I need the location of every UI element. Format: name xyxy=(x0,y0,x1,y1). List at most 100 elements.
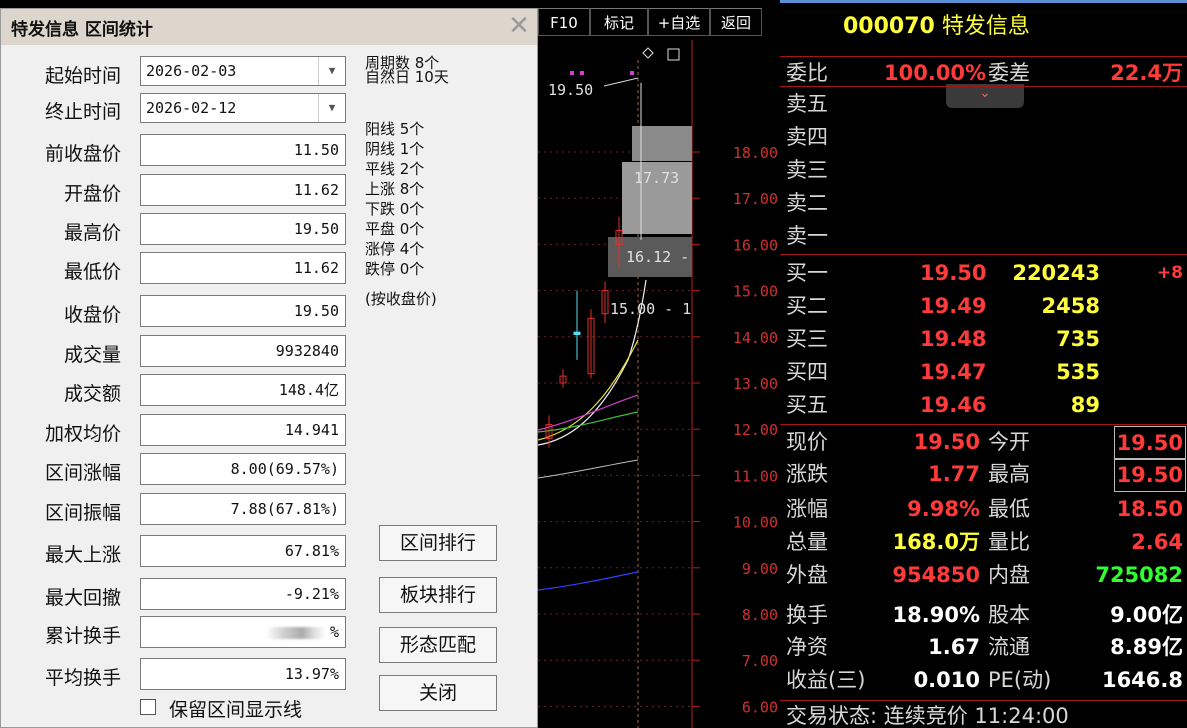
stat-value: 1.67 xyxy=(928,635,980,659)
sell-row: 卖三 xyxy=(780,154,1187,186)
field-value: 8.00(69.57%) xyxy=(230,460,339,478)
divider xyxy=(780,86,1187,87)
ma-line xyxy=(538,571,639,591)
natural-days: 自然日 10天 xyxy=(365,68,449,86)
stat-label: 现价 xyxy=(786,430,828,454)
close-button[interactable]: 关闭 xyxy=(379,675,497,711)
candle-stat: 阳线 5个 xyxy=(365,120,425,138)
stat-value: 2.64 xyxy=(1131,530,1183,554)
field-label: 最高价 xyxy=(63,222,121,244)
start-time-select[interactable]: 2026-02-03 ▼ xyxy=(140,56,346,86)
field-value-box: 9932840 xyxy=(140,335,346,367)
field-value: 19.50 xyxy=(293,302,339,320)
quote-stat-row: 涨跌 1.77 最高 19.50 xyxy=(780,458,1187,492)
weicha-value: 22.4万 xyxy=(1110,61,1183,85)
back-button[interactable]: 返回 xyxy=(710,8,762,36)
stat-value: 19.50 xyxy=(913,430,980,454)
stat-label: 内盘 xyxy=(988,563,1030,587)
buy-label: 买五 xyxy=(786,393,828,417)
pattern-match-button[interactable]: 形态匹配 xyxy=(379,627,497,663)
field-label: 区间涨幅 xyxy=(44,462,121,484)
sell-row: 卖五 xyxy=(780,88,1187,120)
diamond-icon xyxy=(642,47,654,59)
field-value-box: 13.97% xyxy=(140,658,346,690)
end-time-select[interactable]: 2026-02-12 ▼ xyxy=(140,93,346,123)
stat-label: 量比 xyxy=(988,530,1030,554)
stats-note: (按收盘价) xyxy=(365,290,437,308)
add-watchlist-button[interactable]: +自选 xyxy=(648,8,710,36)
quote-panel: 000070 特发信息 委比 100.00% 委差 22.4万 ⌄ 卖五 卖四 卖三… xyxy=(780,0,1187,728)
field-value: 67.81% xyxy=(284,542,339,560)
candle-stat: 跌停 0个 xyxy=(365,260,425,278)
f10-button[interactable]: F10 xyxy=(538,8,590,36)
stat-value: 1.77 xyxy=(928,462,980,486)
candle-body xyxy=(573,331,581,335)
divider xyxy=(780,254,1187,255)
field-value-box: 148.4亿 xyxy=(140,374,346,406)
price-tick-label: 15.00 xyxy=(733,283,778,301)
stat-label: 涨幅 xyxy=(786,497,828,521)
field-value-box: 8.00(69.57%) xyxy=(140,453,346,485)
stat-value: 19.50 xyxy=(1113,458,1186,492)
field-label: 最大上涨 xyxy=(44,544,121,566)
price-tick-label: 8.00 xyxy=(742,606,778,624)
dialog-titlebar[interactable]: 特发信息 区间统计 ✕ xyxy=(1,9,537,45)
price-tick-label: 14.00 xyxy=(733,329,778,347)
sell-row: 卖四 xyxy=(780,121,1187,153)
range-rank-button[interactable]: 区间排行 xyxy=(379,525,497,561)
close-icon[interactable]: ✕ xyxy=(507,13,531,39)
price-tick-label: 16.00 xyxy=(733,236,778,254)
candle-stat: 涨停 4个 xyxy=(365,240,425,258)
stock-code: 000070 xyxy=(843,14,935,39)
price-tick-label: 9.00 xyxy=(742,560,778,578)
field-label: 前收盘价 xyxy=(44,143,121,165)
panel-icon xyxy=(667,48,680,61)
field-value: 11.50 xyxy=(293,141,339,159)
kline-chart[interactable]: 18.00 17.00 16.00 15.00 14.00 13.00 12.00 11.00… xyxy=(538,0,780,728)
kline-chart-pane[interactable]: 18.00 17.00 16.00 15.00 14.00 13.00 12.00 11.00… xyxy=(538,0,780,728)
weibi-label: 委比 xyxy=(786,61,828,85)
candle-stat: 上涨 8个 xyxy=(365,180,425,198)
chart-toolbar: F10 标记 +自选 返回 xyxy=(538,8,780,38)
price-annotation: 17.73 xyxy=(634,169,679,187)
sector-rank-button[interactable]: 板块排行 xyxy=(379,577,497,613)
buy-label: 买一 xyxy=(786,261,828,285)
quote-stat-row: 总量 168.0万 量比 2.64 xyxy=(780,526,1187,558)
stat-value: 9.98% xyxy=(907,497,980,521)
keep-line-checkbox[interactable] xyxy=(140,699,156,715)
stat-label: 今开 xyxy=(988,430,1030,454)
field-value: 11.62 xyxy=(293,259,339,277)
end-time-value: 2026-02-12 xyxy=(146,99,237,117)
buy-row: 买一 19.50 220243 +8 xyxy=(780,257,1187,289)
quote-stat-row: 换手 18.90% 股本 9.00亿 xyxy=(780,599,1187,631)
quote-stat-row: 现价 19.50 今开 19.50 xyxy=(780,426,1187,460)
marker-dot xyxy=(570,71,574,75)
field-value-box: 11.62 xyxy=(140,174,346,206)
marker-dot xyxy=(580,71,584,75)
field-value: 7.88(67.81%) xyxy=(230,500,339,518)
marker-dot xyxy=(630,71,634,75)
top-accent-bar xyxy=(780,0,1187,3)
stat-label: 净资 xyxy=(786,635,828,659)
buy-price: 19.47 xyxy=(920,360,987,384)
price-tick-label: 18.00 xyxy=(733,144,778,162)
field-value: -9.21% xyxy=(284,585,339,603)
field-label: 开盘价 xyxy=(63,183,121,205)
chevron-down-icon[interactable]: ▼ xyxy=(318,57,345,85)
buy-row: 买五 19.46 89 xyxy=(780,389,1187,421)
price-tick-label: 17.00 xyxy=(733,190,778,208)
stat-label: PE(动) xyxy=(988,668,1052,692)
field-value: 148.4亿 xyxy=(278,381,339,399)
field-value-box: 14.941 xyxy=(140,414,346,446)
field-value: 11.62 xyxy=(293,181,339,199)
price-tick-label: 7.00 xyxy=(742,652,778,670)
field-value: 14.941 xyxy=(284,421,339,439)
field-value-box: 11.50 xyxy=(140,134,346,166)
chevron-down-icon[interactable]: ▼ xyxy=(318,94,345,122)
stat-label: 收益(三) xyxy=(786,668,866,692)
price-annotation: 16.12 - xyxy=(626,248,689,266)
buy-volume: 735 xyxy=(1056,327,1100,351)
stat-label: 换手 xyxy=(786,603,828,627)
mark-button[interactable]: 标记 xyxy=(590,8,648,36)
stock-header: 000070 特发信息 xyxy=(843,8,1030,40)
